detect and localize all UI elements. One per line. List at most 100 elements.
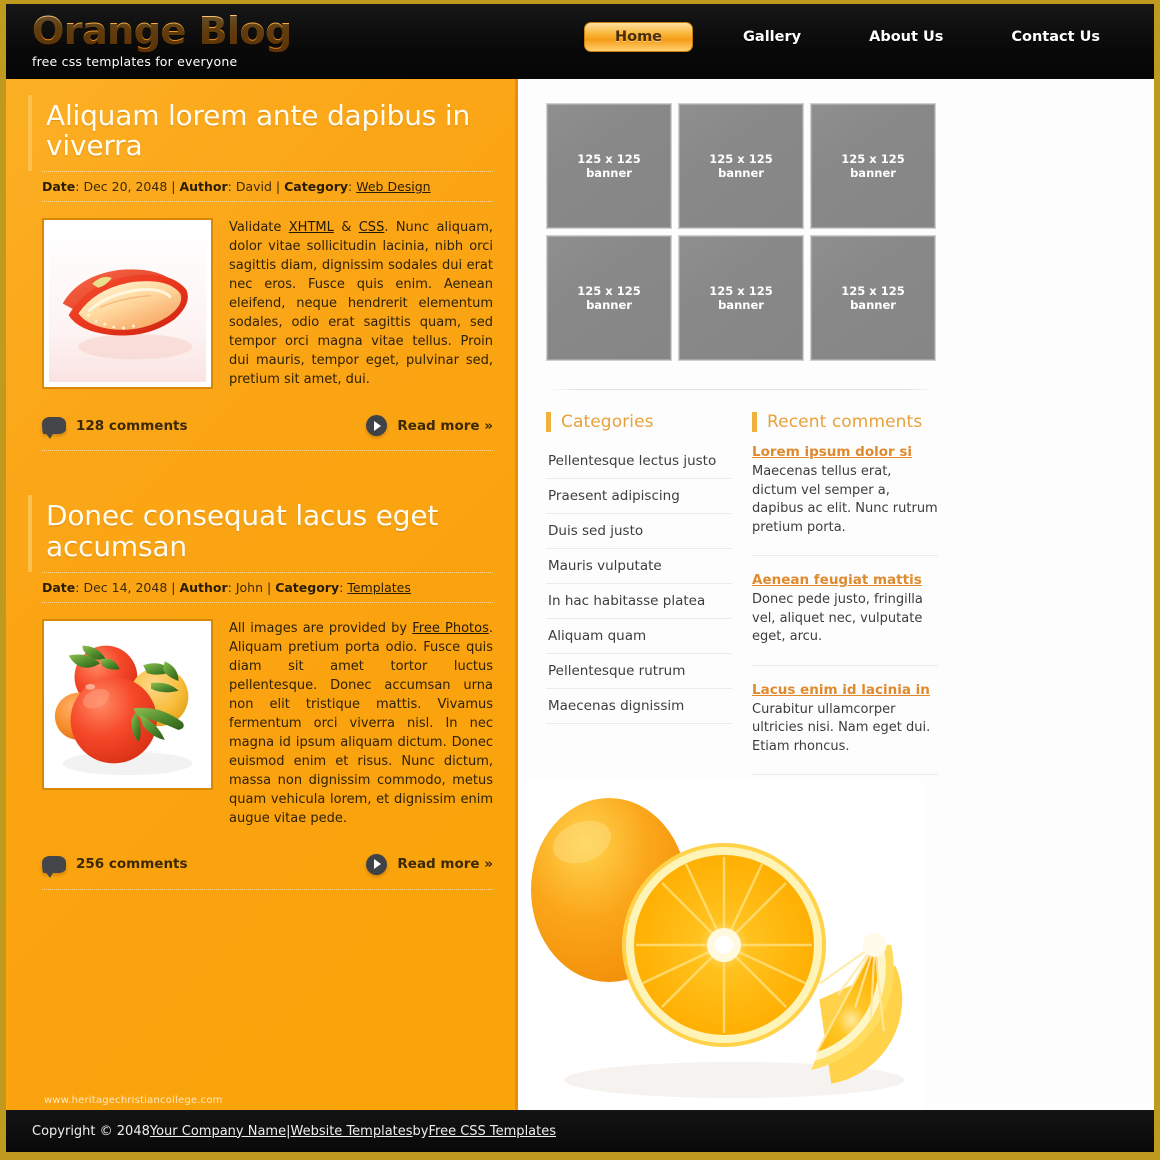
sidebar-widgets: Categories Pellentesque lectus justo Pra… xyxy=(546,412,1134,791)
banner-placeholder[interactable]: 125 x 125 banner xyxy=(546,103,672,229)
category-link[interactable]: Pellentesque lectus justo xyxy=(546,444,732,478)
list-item[interactable]: Maecenas dignissim xyxy=(546,689,732,724)
banner-placeholder[interactable]: 125 x 125 banner xyxy=(678,103,804,229)
recent-comments-widget: Recent comments Lorem ipsum dolor si Mae… xyxy=(752,412,938,791)
read-more-group[interactable]: Read more » xyxy=(366,415,493,437)
read-more-link[interactable]: Read more » xyxy=(397,856,493,872)
list-item[interactable]: Aliquam quam xyxy=(546,619,732,654)
post-date-value: Dec 20, 2048 xyxy=(83,179,168,195)
website-templates-link[interactable]: Website Templates xyxy=(290,1124,412,1139)
category-link[interactable]: In hac habitasse platea xyxy=(546,584,732,618)
list-item[interactable]: Duis sed justo xyxy=(546,514,732,549)
read-more-group[interactable]: Read more » xyxy=(366,853,493,875)
post-date-value: Dec 14, 2048 xyxy=(83,579,168,595)
banner-size: 125 x 125 xyxy=(841,284,905,298)
oranges-photo xyxy=(524,780,924,1110)
category-link[interactable]: Maecenas dignissim xyxy=(546,689,732,723)
tomatoes-image xyxy=(49,625,206,783)
post-text-lead: Validate xyxy=(229,220,289,236)
list-item: Lorem ipsum dolor si Maecenas tellus era… xyxy=(752,444,938,556)
page-root: Orange Blog free css templates for every… xyxy=(0,0,1160,1160)
comment-bubble-icon xyxy=(42,855,66,878)
free-css-templates-link[interactable]: Free CSS Templates xyxy=(428,1124,556,1139)
post-date-label: Date xyxy=(42,579,76,595)
banner-grid: 125 x 125 banner 125 x 125 banner 125 x … xyxy=(546,103,936,361)
post-footer: 128 comments Read more » xyxy=(42,415,493,452)
site-header: Orange Blog free css templates for every… xyxy=(6,4,1154,79)
banner-size: 125 x 125 xyxy=(577,152,641,166)
banner-placeholder[interactable]: 125 x 125 banner xyxy=(810,235,936,361)
post-text: All images are provided by Free Photos. … xyxy=(229,619,493,828)
list-item[interactable]: Mauris vulputate xyxy=(546,549,732,584)
post-footer: 256 comments Read more » xyxy=(42,853,493,890)
recent-comment-link[interactable]: Lacus enim id lacinia in xyxy=(752,682,938,698)
recent-comments-title: Recent comments xyxy=(752,412,938,432)
post-meta: Date: Dec 20, 2048 | Author: David | Cat… xyxy=(42,171,493,203)
copyright-text: Copyright © 2048 xyxy=(32,1123,150,1139)
watermark-text: www.heritagechristiancollege.com xyxy=(44,1095,223,1106)
list-item[interactable]: In hac habitasse platea xyxy=(546,584,732,619)
list-item[interactable]: Praesent adipiscing xyxy=(546,479,732,514)
post-author-label: Author xyxy=(179,179,228,195)
post-article: Donec consequat lacus eget accumsan Date… xyxy=(28,495,493,890)
post-text-rest: . Nunc aliquam, dolor vitae sollicitudin… xyxy=(229,220,493,388)
post-category-link[interactable]: Templates xyxy=(347,580,411,595)
banner-placeholder[interactable]: 125 x 125 banner xyxy=(810,103,936,229)
section-divider xyxy=(546,389,938,390)
post-article: Aliquam lorem ante dapibus in viverra Da… xyxy=(28,95,493,452)
recent-comment-link[interactable]: Aenean feugiat mattis xyxy=(752,572,938,588)
nav-item-about-us[interactable]: About Us xyxy=(835,22,977,52)
banner-placeholder[interactable]: 125 x 125 banner xyxy=(678,235,804,361)
comments-count[interactable]: 256 comments xyxy=(76,856,188,872)
comments-link-group[interactable]: 256 comments xyxy=(42,855,188,878)
post-category-label: Category xyxy=(284,179,349,195)
css-link[interactable]: CSS xyxy=(359,220,385,235)
site-brand[interactable]: Orange Blog free css templates for every… xyxy=(32,9,292,69)
banner-size: 125 x 125 xyxy=(709,152,773,166)
footer-by-text: by xyxy=(412,1123,429,1139)
category-link[interactable]: Aliquam quam xyxy=(546,619,732,653)
banner-caption: banner xyxy=(718,298,764,312)
free-photos-link[interactable]: Free Photos xyxy=(412,621,489,636)
post-thumbnail-frame[interactable] xyxy=(42,218,213,390)
post-category-label: Category xyxy=(275,579,340,595)
comments-link-group[interactable]: 128 comments xyxy=(42,417,188,440)
post-title[interactable]: Aliquam lorem ante dapibus in viverra xyxy=(46,95,493,171)
category-link[interactable]: Duis sed justo xyxy=(546,514,732,548)
post-header: Donec consequat lacus eget accumsan xyxy=(28,495,493,572)
banner-caption: banner xyxy=(586,298,632,312)
banner-size: 125 x 125 xyxy=(709,284,773,298)
category-link[interactable]: Pellentesque rutrum xyxy=(546,654,732,688)
banner-placeholder[interactable]: 125 x 125 banner xyxy=(546,235,672,361)
post-thumbnail-frame[interactable] xyxy=(42,618,213,790)
site-tagline: free css templates for everyone xyxy=(32,54,238,69)
post-body: All images are provided by Free Photos. … xyxy=(42,618,493,828)
post-title[interactable]: Donec consequat lacus eget accumsan xyxy=(46,495,493,571)
recent-comment-text: Curabitur ullamcorper ultricies nisi. Na… xyxy=(752,701,931,754)
nav-item-gallery[interactable]: Gallery xyxy=(709,22,835,52)
nav-item-home[interactable]: Home xyxy=(583,22,694,52)
read-more-link[interactable]: Read more » xyxy=(397,418,493,434)
list-item: Lacus enim id lacinia in Curabitur ullam… xyxy=(752,682,938,775)
nav-item-contact-us[interactable]: Contact Us xyxy=(977,22,1134,52)
comment-bubble-icon xyxy=(42,417,66,440)
list-item[interactable]: Pellentesque lectus justo xyxy=(546,444,732,479)
post-text-rest: . Aliquam pretium porta odio. Fusce quis… xyxy=(229,620,493,826)
comments-count[interactable]: 128 comments xyxy=(76,418,188,434)
post-category-link[interactable]: Web Design xyxy=(356,179,430,194)
category-link[interactable]: Praesent adipiscing xyxy=(546,479,732,513)
recent-comment-link[interactable]: Lorem ipsum dolor si xyxy=(752,444,938,460)
categories-widget: Categories Pellentesque lectus justo Pra… xyxy=(546,412,732,791)
category-link[interactable]: Mauris vulputate xyxy=(546,549,732,583)
post-date-label: Date xyxy=(42,179,76,195)
post-text-mid: & xyxy=(333,220,359,236)
post-author-label: Author xyxy=(179,579,228,595)
post-author-value: David xyxy=(235,179,272,195)
post-text-lead: All images are provided by xyxy=(229,620,413,636)
list-item: Aenean feugiat mattis Donec pede justo, … xyxy=(752,572,938,666)
play-circle-icon xyxy=(366,415,388,437)
list-item[interactable]: Pellentesque rutrum xyxy=(546,654,732,689)
xhtml-link[interactable]: XHTML xyxy=(289,220,334,235)
posts-column: Aliquam lorem ante dapibus in viverra Da… xyxy=(6,79,518,1110)
company-name-link[interactable]: Your Company Name xyxy=(150,1124,286,1139)
